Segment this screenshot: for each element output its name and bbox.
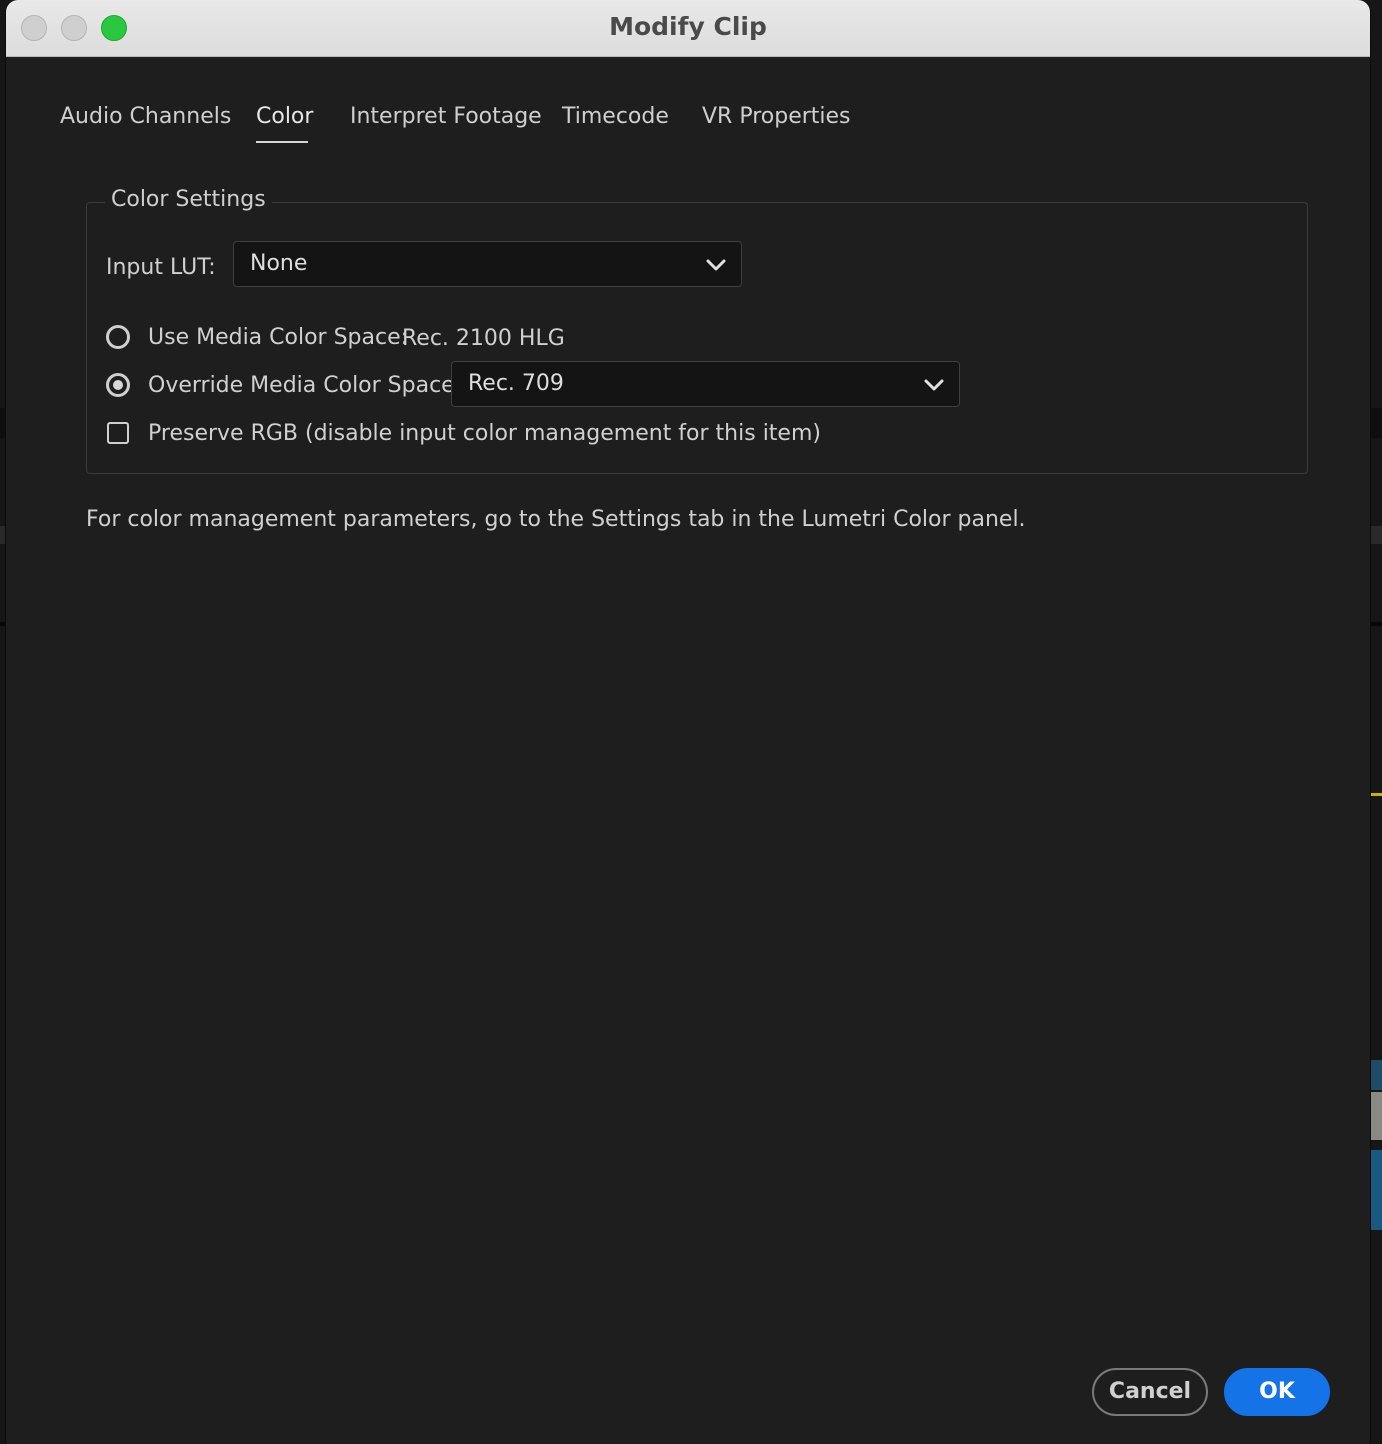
tab-timecode[interactable]: Timecode — [562, 104, 669, 129]
background-app-edge — [1370, 622, 1382, 626]
ok-button[interactable]: OK — [1224, 1368, 1330, 1416]
input-lut-value: None — [250, 251, 308, 276]
override-color-space-dropdown[interactable]: Rec. 709 — [451, 361, 960, 407]
active-tab-indicator — [256, 141, 308, 143]
input-lut-label: Input LUT: — [106, 255, 216, 280]
color-management-note: For color management parameters, go to t… — [86, 507, 1026, 532]
use-media-color-space-radio[interactable] — [106, 325, 130, 349]
title-bar: Modify Clip — [6, 0, 1370, 57]
preserve-rgb-label: Preserve RGB (disable input color manage… — [148, 421, 821, 446]
tab-vr-properties[interactable]: VR Properties — [702, 104, 851, 129]
preserve-rgb-checkbox[interactable] — [107, 422, 129, 444]
cancel-button[interactable]: Cancel — [1092, 1368, 1208, 1416]
background-app-edge — [1370, 1092, 1382, 1140]
tab-interpret-footage[interactable]: Interpret Footage — [350, 104, 542, 129]
chevron-down-icon — [924, 379, 944, 391]
background-app-edge — [1370, 408, 1382, 438]
chevron-down-icon — [706, 259, 726, 271]
background-app-edge — [1370, 1150, 1382, 1230]
input-lut-dropdown[interactable]: None — [233, 241, 742, 287]
tab-audio-channels[interactable]: Audio Channels — [60, 104, 231, 129]
override-media-color-space-radio[interactable] — [106, 373, 130, 397]
window-title: Modify Clip — [609, 12, 767, 41]
color-settings-legend: Color Settings — [105, 187, 272, 212]
background-app-edge — [1370, 1060, 1382, 1090]
override-media-color-space-label: Override Media Color Space: — [148, 373, 463, 398]
tab-color[interactable]: Color — [256, 104, 313, 129]
modify-clip-dialog: Modify Clip Audio Channels Color Interpr… — [6, 0, 1370, 1444]
color-settings-group: Color Settings Input LUT: None Use Media… — [86, 187, 1308, 474]
background-app-edge — [1370, 793, 1382, 796]
use-media-color-space-label: Use Media Color Space: — [148, 325, 409, 350]
background-app-edge — [1370, 526, 1382, 544]
override-color-space-value: Rec. 709 — [468, 371, 564, 396]
media-color-space-value: Rec. 2100 HLG — [402, 326, 565, 351]
